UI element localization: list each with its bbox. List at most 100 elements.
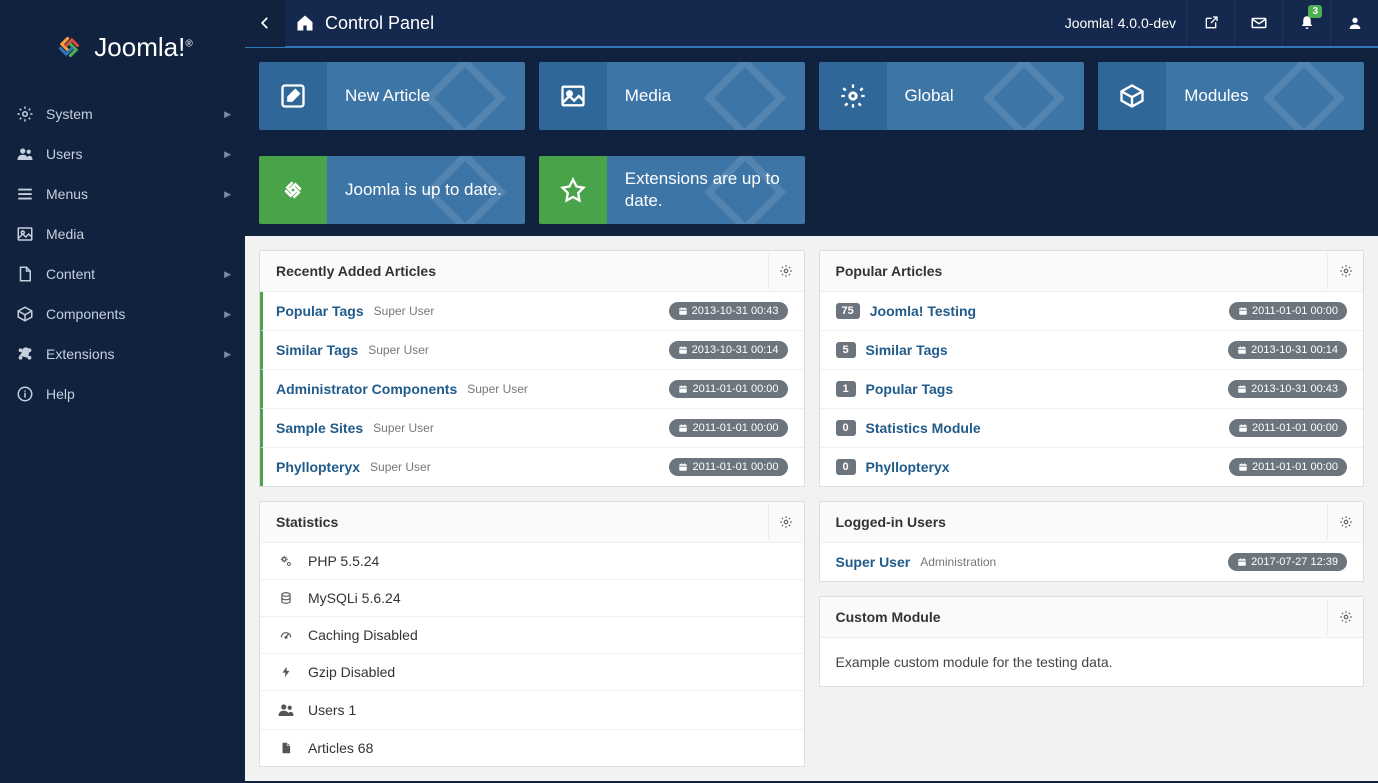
custom-module-panel: Custom Module Example custom module for … (819, 596, 1365, 687)
user-menu-button[interactable] (1330, 0, 1378, 47)
article-link[interactable]: Similar Tags (276, 342, 358, 358)
sidebar-item-label: System (46, 106, 224, 122)
article-link[interactable]: Phyllopteryx (276, 459, 360, 475)
article-item: 0 Phyllopteryx 2011-01-01 00:00 (820, 448, 1364, 486)
article-item: Administrator Components Super User 2011… (260, 370, 804, 409)
article-date: 2011-01-01 00:00 (669, 458, 787, 476)
article-date: 2011-01-01 00:00 (1229, 458, 1347, 476)
sidebar-item-help[interactable]: Help (0, 374, 245, 414)
article-link[interactable]: Similar Tags (866, 342, 948, 358)
joomla-logo-icon (52, 30, 86, 64)
gears-icon (276, 554, 296, 568)
sidebar-item-label: Extensions (46, 346, 224, 362)
article-item: 75 Joomla! Testing 2011-01-01 00:00 (820, 292, 1364, 331)
article-item: 5 Similar Tags 2013-10-31 00:14 (820, 331, 1364, 370)
panel-title: Logged-in Users (836, 514, 1328, 530)
brand-text: Joomla!® (94, 32, 192, 63)
article-item: 0 Statistics Module 2011-01-01 00:00 (820, 409, 1364, 448)
user-link[interactable]: Super User (836, 554, 911, 570)
chevron-right-icon: ▶ (224, 189, 231, 200)
stat-label: Articles 68 (308, 740, 373, 756)
preview-button[interactable] (1186, 0, 1234, 47)
notifications-button[interactable]: 3 (1282, 0, 1330, 47)
article-link[interactable]: Phyllopteryx (866, 459, 950, 475)
panel-settings-button[interactable] (1327, 504, 1363, 540)
article-link[interactable]: Joomla! Testing (870, 303, 976, 319)
article-date: 2011-01-01 00:00 (1229, 419, 1347, 437)
quick-card-label: Modules (1166, 62, 1364, 130)
statistics-panel: Statistics PHP 5.5.24 MySQLi 5.6.24 Cach… (259, 501, 805, 767)
panel-settings-button[interactable] (1327, 253, 1363, 289)
cube-icon (14, 305, 36, 323)
article-date: 2013-10-31 00:43 (669, 302, 788, 320)
stat-item: PHP 5.5.24 (260, 543, 804, 580)
star-icon (539, 156, 607, 224)
hit-count: 0 (836, 420, 856, 436)
dash-icon (276, 628, 296, 642)
notification-badge: 3 (1308, 5, 1322, 18)
hit-count: 75 (836, 303, 860, 319)
envelope-icon (1250, 14, 1268, 32)
panel-title: Recently Added Articles (276, 263, 768, 279)
sidebar-item-users[interactable]: Users ▶ (0, 134, 245, 174)
stat-item: Caching Disabled (260, 617, 804, 654)
user-item: Super User Administration 2017-07-27 12:… (820, 543, 1364, 581)
stat-label: Gzip Disabled (308, 664, 395, 680)
quick-card-media[interactable]: Media (539, 62, 805, 130)
stat-item: Users 1 (260, 691, 804, 730)
back-button[interactable] (245, 0, 285, 47)
gear-icon (819, 62, 887, 130)
decoration-icon (405, 156, 525, 224)
sidebar-item-components[interactable]: Components ▶ (0, 294, 245, 334)
article-link[interactable]: Statistics Module (866, 420, 981, 436)
quick-card-joomla-is-up-to-date[interactable]: Joomla is up to date. (259, 156, 525, 224)
messages-button[interactable] (1234, 0, 1282, 47)
sidebar-item-content[interactable]: Content ▶ (0, 254, 245, 294)
stat-item: Articles 68 (260, 730, 804, 766)
image-icon (14, 225, 36, 243)
article-link[interactable]: Administrator Components (276, 381, 457, 397)
article-date: 2011-01-01 00:00 (1229, 302, 1347, 320)
article-author: Super User (467, 382, 528, 396)
users-icon (276, 701, 296, 719)
sidebar-item-extensions[interactable]: Extensions ▶ (0, 334, 245, 374)
article-link[interactable]: Sample Sites (276, 420, 363, 436)
chevron-right-icon: ▶ (224, 309, 231, 320)
panel-settings-button[interactable] (768, 504, 804, 540)
joomla-icon (259, 156, 327, 224)
gear-icon (1339, 515, 1353, 529)
sidebar-item-menus[interactable]: Menus ▶ (0, 174, 245, 214)
quick-card-extensions-are-up-to-date[interactable]: Extensions are up to date. (539, 156, 805, 224)
article-date: 2013-10-31 00:43 (1228, 380, 1347, 398)
logo[interactable]: Joomla!® (0, 0, 245, 94)
article-link[interactable]: Popular Tags (866, 381, 954, 397)
decoration-icon (685, 156, 805, 224)
quick-card-modules[interactable]: Modules (1098, 62, 1364, 130)
quick-card-label: Global (887, 62, 1085, 130)
chevron-left-icon (258, 16, 272, 30)
article-date: 2011-01-01 00:00 (669, 419, 787, 437)
user-icon (1347, 15, 1363, 31)
quick-card-new-article[interactable]: New Article (259, 62, 525, 130)
panel-settings-button[interactable] (1327, 599, 1363, 635)
quick-card-label: New Article (327, 62, 525, 130)
article-link[interactable]: Popular Tags (276, 303, 364, 319)
sidebar-item-label: Components (46, 306, 224, 322)
decoration-icon (964, 62, 1084, 130)
sidebar-item-system[interactable]: System ▶ (0, 94, 245, 134)
article-item: Popular Tags Super User 2013-10-31 00:43 (260, 292, 804, 331)
sidebar-item-media[interactable]: Media (0, 214, 245, 254)
decoration-icon (685, 62, 805, 130)
quick-card-global[interactable]: Global (819, 62, 1085, 130)
login-date: 2017-07-27 12:39 (1228, 553, 1347, 571)
puzzle-icon (14, 345, 36, 363)
article-item: 1 Popular Tags 2013-10-31 00:43 (820, 370, 1364, 409)
logged-in-users-panel: Logged-in Users Super User Administratio… (819, 501, 1365, 582)
article-author: Super User (368, 343, 429, 357)
panel-settings-button[interactable] (768, 253, 804, 289)
stat-item: Gzip Disabled (260, 654, 804, 691)
hit-count: 1 (836, 381, 856, 397)
home-button[interactable] (285, 13, 325, 33)
sidebar: Joomla!® System ▶ Users ▶ Menus ▶ Media … (0, 0, 245, 783)
recently-added-panel: Recently Added Articles Popular Tags Sup… (259, 250, 805, 487)
